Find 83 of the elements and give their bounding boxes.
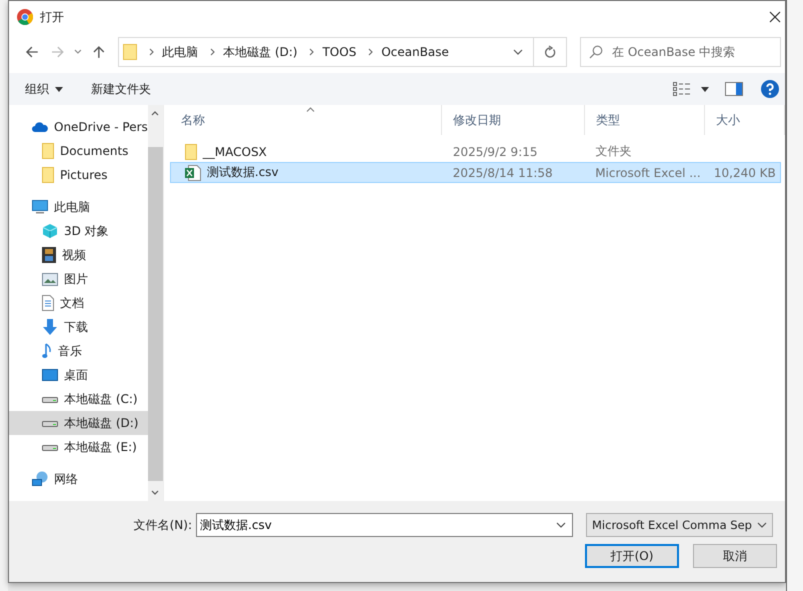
sort-caret-icon	[306, 107, 315, 112]
chevron-right-icon	[210, 48, 215, 56]
search-field[interactable]: 在 OceanBase 中搜索	[580, 37, 781, 67]
column-header[interactable]: 类型	[584, 105, 705, 135]
chevron-right-icon	[309, 48, 314, 56]
file-type: Microsoft Excel ...	[594, 166, 702, 180]
sidebar-item[interactable]: 3D 对象	[9, 219, 148, 243]
network-icon	[32, 471, 48, 487]
chevron-up-icon[interactable]	[151, 111, 160, 116]
sidebar-item[interactable]: Pictures	[9, 163, 148, 187]
back-arrow-icon[interactable]	[25, 45, 39, 59]
organize-menu-button[interactable]: 组织	[17, 76, 71, 102]
sidebar-item[interactable]: 桌面	[9, 363, 148, 387]
column-header[interactable]: 名称	[170, 105, 442, 135]
new-folder-button[interactable]: 新建文件夹	[83, 76, 159, 102]
file-row[interactable]: __MACOSX 2025/9/2 9:15 文件夹	[170, 141, 781, 162]
folder-icon	[42, 167, 54, 183]
chevron-down-icon[interactable]	[513, 49, 523, 55]
music-note-icon	[42, 343, 52, 359]
sidebar-item[interactable]: 本地磁盘 (C:)	[9, 387, 148, 411]
scrollbar-thumb[interactable]	[148, 147, 163, 481]
image-icon	[42, 272, 58, 286]
caret-icon[interactable]	[701, 86, 709, 92]
sidebar-item[interactable]: 音乐	[9, 339, 148, 363]
search-icon	[589, 45, 603, 59]
drive-icon	[42, 419, 58, 427]
sidebar-item[interactable]: 图片	[9, 267, 148, 291]
spreadsheet-file-icon	[184, 164, 201, 180]
window-title: 打开	[40, 8, 64, 26]
chevron-down-icon[interactable]	[556, 522, 566, 528]
file-date: 2025/9/2 9:15	[452, 144, 538, 158]
column-header[interactable]: 修改日期	[442, 105, 585, 135]
filename-label: 文件名(N):	[132, 516, 193, 534]
desktop-icon	[42, 369, 58, 381]
filename-field[interactable]: 测试数据.csv	[196, 513, 573, 537]
sidebar-item[interactable]: 网络	[9, 467, 148, 491]
breadcrumb[interactable]: TOOS	[322, 45, 356, 59]
refresh-icon	[544, 45, 556, 59]
sidebar-item[interactable]: 此电脑	[9, 195, 148, 219]
sidebar-item[interactable]: 下载	[9, 315, 148, 339]
breadcrumb[interactable]: 本地磁盘 (D:)	[223, 44, 298, 60]
scrollbar[interactable]	[148, 105, 163, 501]
download-arrow-icon	[42, 319, 58, 335]
sidebar-item[interactable]: OneDrive - Pers	[9, 115, 148, 139]
drive-icon	[42, 395, 58, 403]
preview-pane-icon[interactable]	[725, 82, 743, 96]
open-button[interactable]: 打开(O)	[585, 544, 679, 568]
sidebar-item[interactable]: 文档	[9, 291, 148, 315]
sidebar-item[interactable]: Documents	[9, 139, 148, 163]
breadcrumb[interactable]: 此电脑	[162, 44, 198, 60]
sidebar-item[interactable]: 视频	[9, 243, 148, 267]
file-type-dropdown[interactable]: Microsoft Excel Comma Sep	[586, 513, 773, 537]
browser-icon	[17, 9, 33, 25]
drive-icon	[42, 443, 58, 451]
file-type: 文件夹	[594, 143, 632, 160]
close-icon[interactable]	[769, 11, 781, 23]
up-arrow-icon[interactable]	[92, 45, 106, 59]
address-bar[interactable]: 此电脑 本地磁盘 (D:) TOOS OceanBase	[118, 37, 567, 67]
column-header[interactable]: 大小	[704, 105, 785, 135]
file-size: 10,240 KB	[712, 166, 777, 180]
chevron-right-icon	[149, 48, 154, 56]
file-name: __MACOSX	[202, 144, 267, 158]
cloud-icon	[32, 122, 48, 132]
cube-icon	[42, 223, 58, 239]
folder-icon	[42, 143, 54, 159]
file-row[interactable]: 测试数据.csv 2025/8/14 11:58 Microsoft Excel ... 10,240 KB	[170, 162, 781, 183]
chevron-down-icon[interactable]	[151, 490, 160, 495]
breadcrumb[interactable]: OceanBase	[381, 45, 449, 59]
document-icon	[42, 295, 54, 311]
help-icon[interactable]	[761, 80, 779, 98]
caret-icon	[55, 86, 63, 92]
monitor-icon	[32, 200, 48, 214]
sidebar-item[interactable]: 本地磁盘 (E:)	[9, 435, 148, 459]
folder-icon	[123, 44, 137, 60]
file-date: 2025/8/14 11:58	[452, 166, 554, 180]
folder-icon	[184, 144, 197, 160]
cancel-button[interactable]: 取消	[693, 544, 777, 568]
view-options-icon[interactable]	[673, 82, 691, 96]
sidebar-item[interactable]: 本地磁盘 (D:)	[9, 411, 148, 435]
chevron-right-icon	[368, 48, 374, 56]
film-icon	[42, 247, 56, 263]
chevron-down-icon	[757, 522, 767, 528]
file-name: 测试数据.csv	[206, 164, 279, 181]
